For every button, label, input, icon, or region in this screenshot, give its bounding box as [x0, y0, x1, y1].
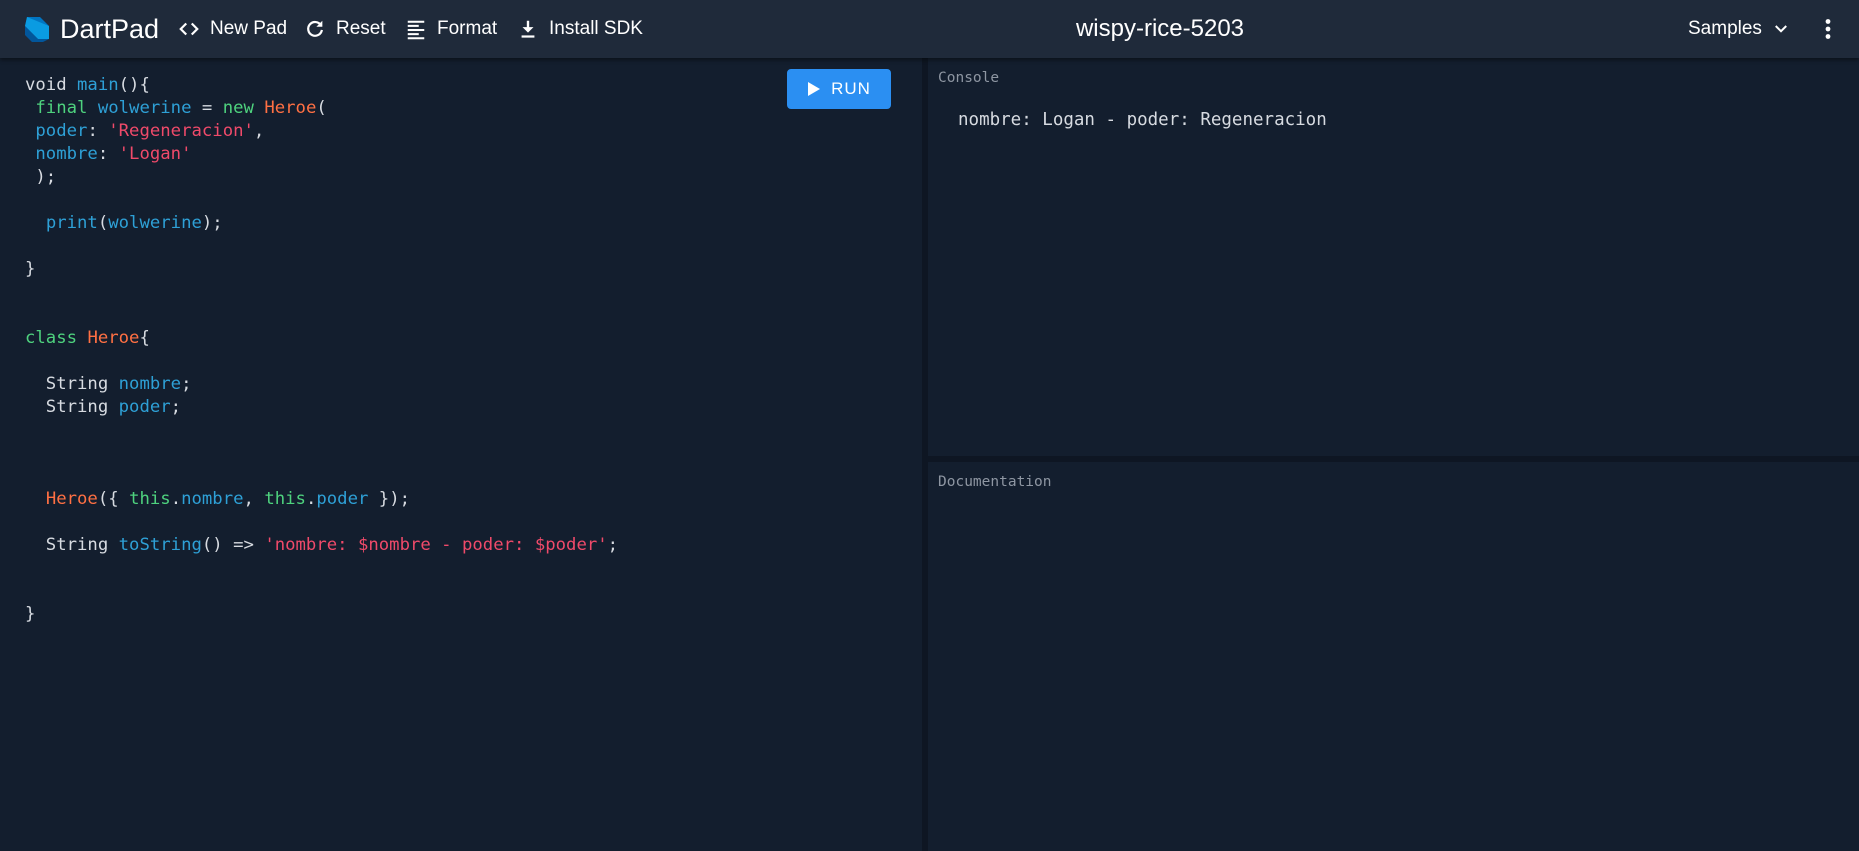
documentation-panel: Documentation: [928, 462, 1859, 851]
code-line: );: [25, 167, 57, 187]
code-line: print(wolwerine);: [45, 213, 223, 233]
samples-dropdown[interactable]: Samples: [1688, 17, 1790, 41]
install-sdk-label: Install SDK: [549, 18, 643, 39]
code-line: }: [25, 604, 36, 624]
pad-name[interactable]: wispy-rice-5203: [930, 14, 1390, 44]
more-vert-icon[interactable]: [1816, 17, 1840, 41]
code-line: String toString() => 'nombre: $nombre - …: [25, 535, 619, 555]
app-header: DartPad New Pad Reset Format Install SDK…: [0, 0, 1859, 58]
code-line: String nombre;: [25, 374, 192, 394]
code-line: Heroe({ this.nombre, this.poder });: [45, 489, 411, 509]
run-label: RUN: [831, 79, 871, 98]
new-pad-button[interactable]: New Pad: [178, 17, 287, 41]
code-line: final wolwerine = new Heroe(: [35, 98, 327, 118]
dart-logo-icon: [25, 17, 49, 42]
format-lines-icon: [407, 20, 425, 40]
play-icon: [808, 82, 821, 96]
code-editor[interactable]: void main(){ final wolwerine = new Heroe…: [0, 58, 922, 851]
code-line: poder: 'Regeneracion',: [35, 121, 265, 141]
new-pad-label: New Pad: [210, 18, 288, 39]
code-line: class Heroe{: [25, 328, 150, 348]
code-line: void main(){: [25, 75, 150, 95]
format-label: Format: [437, 18, 498, 39]
console-output: nombre: Logan - poder: Regeneracion: [958, 110, 1327, 130]
code-line: }: [25, 259, 36, 279]
reset-button[interactable]: Reset: [304, 17, 386, 41]
refresh-icon: [307, 20, 323, 37]
console-panel: Console nombre: Logan - poder: Regenerac…: [928, 58, 1859, 456]
run-button[interactable]: RUN: [787, 69, 891, 109]
documentation-label: Documentation: [938, 474, 1052, 490]
reset-label: Reset: [336, 18, 386, 39]
code-line: String poder;: [25, 397, 182, 417]
console-label: Console: [938, 70, 1000, 86]
install-sdk-button[interactable]: Install SDK: [517, 17, 643, 41]
app-title: DartPad: [60, 14, 160, 44]
format-button[interactable]: Format: [405, 17, 497, 41]
code-brackets-icon: [179, 22, 199, 36]
code-line: nombre: 'Logan': [35, 144, 192, 164]
chevron-down-icon: [1774, 25, 1787, 33]
code-block[interactable]: void main(){ final wolwerine = new Heroe…: [25, 74, 618, 626]
samples-label: Samples: [1688, 18, 1762, 39]
download-icon: [521, 20, 535, 38]
